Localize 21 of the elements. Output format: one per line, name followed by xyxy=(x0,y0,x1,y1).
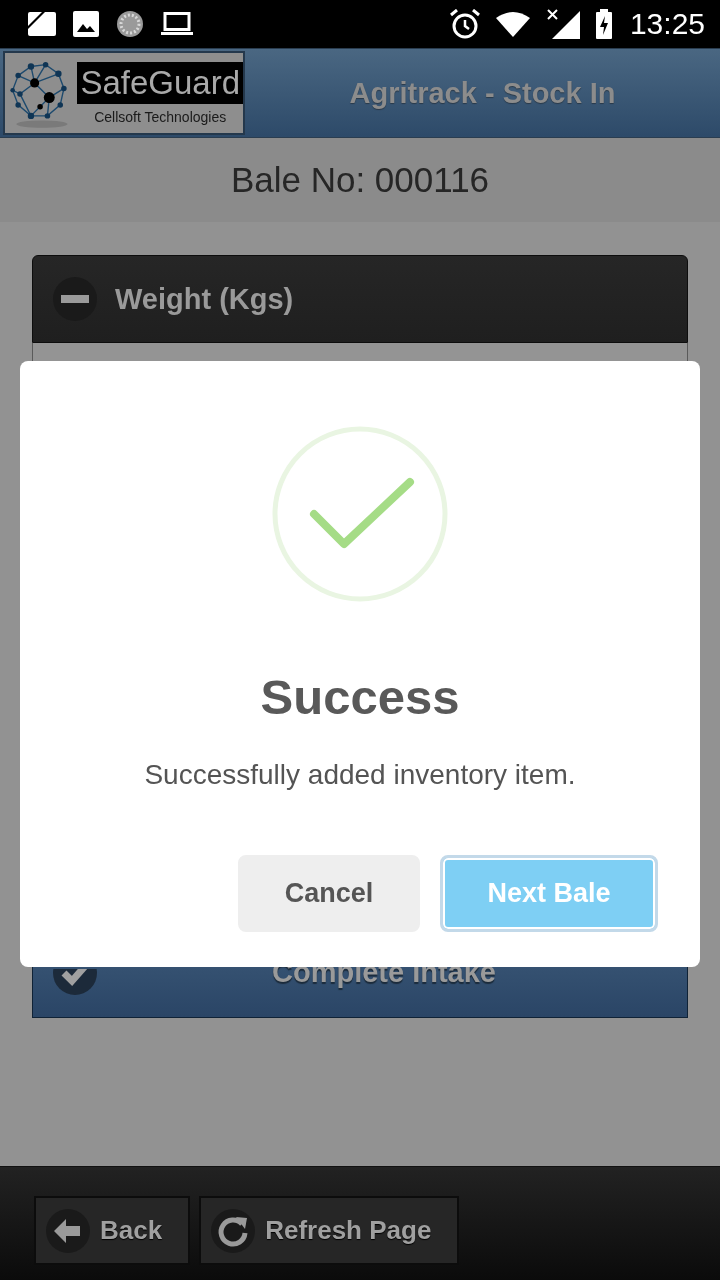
image-icon xyxy=(73,11,99,37)
document-icon xyxy=(28,12,56,36)
page-title: Agritrack - Stock In xyxy=(348,76,617,110)
refresh-icon xyxy=(211,1208,256,1253)
wifi-icon xyxy=(495,11,530,37)
status-time: 13:25 xyxy=(629,7,705,41)
laptop-icon xyxy=(161,12,193,36)
alarm-clock-icon xyxy=(449,9,480,39)
dialog-message: Successfully added inventory item. xyxy=(144,758,576,792)
section-header[interactable]: Weight (Kgs) xyxy=(32,255,688,343)
success-check-icon xyxy=(272,426,448,602)
battery-icon xyxy=(595,9,612,39)
back-button[interactable]: Back xyxy=(34,1196,191,1265)
cancel-button[interactable]: Cancel xyxy=(238,855,420,932)
logo-tagline: Cellsoft Technologies xyxy=(93,108,228,125)
dialog-title: Success xyxy=(260,669,460,725)
spinner-icon xyxy=(116,10,144,38)
logo-wordmark: SafeGuard xyxy=(77,61,243,104)
bale-number: Bale No: 000116 xyxy=(230,160,490,200)
refresh-button[interactable]: Refresh Page xyxy=(199,1196,460,1265)
signal-icon xyxy=(545,9,580,39)
